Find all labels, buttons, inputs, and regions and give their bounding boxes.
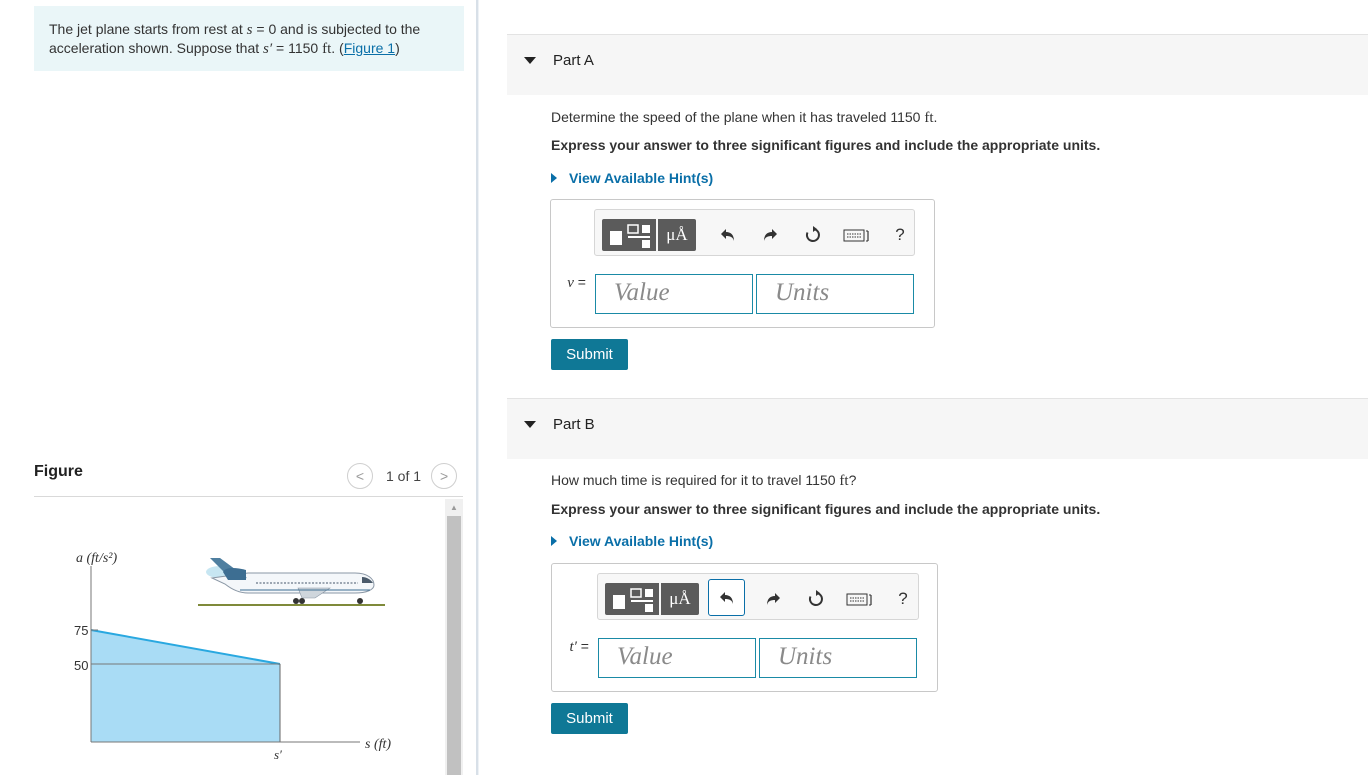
- figure-nav: < 1 of 1 >: [347, 463, 458, 489]
- answer-variable-label: t′ =: [552, 638, 597, 656]
- units-symbol-button[interactable]: μÅ: [661, 583, 699, 615]
- problem-text: . (: [331, 40, 344, 56]
- help-button[interactable]: ?: [893, 583, 913, 615]
- keyboard-button[interactable]: [843, 583, 877, 615]
- part-a-question: Determine the speed of the plane when it…: [551, 109, 937, 127]
- equals-sign: =: [573, 274, 586, 290]
- prev-figure-button[interactable]: <: [347, 463, 373, 489]
- undo-button[interactable]: [708, 579, 745, 616]
- y-tick-50: 50: [74, 658, 88, 673]
- reset-icon: [808, 590, 823, 606]
- problem-text: = 1150: [272, 40, 323, 56]
- collapse-triangle-icon: [524, 421, 536, 428]
- templates-button[interactable]: [602, 219, 656, 251]
- part-a-submit-button[interactable]: Submit: [551, 339, 628, 370]
- unit-ft: ft: [839, 473, 849, 489]
- variable-t-prime: t′: [569, 639, 577, 655]
- figure-title: Figure: [34, 463, 83, 480]
- figure-divider: [34, 496, 463, 497]
- question-text: Determine the speed of the plane when it…: [551, 109, 925, 125]
- question-text: How much time is required for it to trav…: [551, 472, 840, 488]
- redo-icon: [764, 229, 777, 241]
- part-b-instructions: Express your answer to three significant…: [551, 501, 1101, 517]
- part-b-header[interactable]: Part B: [507, 398, 1368, 459]
- reset-button[interactable]: [799, 583, 833, 615]
- keyboard-icon: [843, 229, 869, 242]
- chevron-right-icon: >: [439, 468, 449, 484]
- figure-scrollbar[interactable]: ▲: [445, 499, 463, 775]
- answer-variable-label: v =: [551, 274, 594, 292]
- hint-label: View Available Hint(s): [569, 170, 714, 186]
- units-symbol-button[interactable]: μÅ: [658, 219, 696, 251]
- part-b-title: Part B: [553, 416, 595, 433]
- jet-plane-illustration: [198, 558, 385, 606]
- help-button[interactable]: ?: [890, 219, 910, 251]
- keyboard-icon: [846, 593, 872, 606]
- acceleration-figure: a (ft/s²) 75 50 s′ s (ft): [74, 551, 391, 762]
- figure-count: 1 of 1: [386, 468, 422, 484]
- undo-icon: [721, 229, 734, 241]
- unit-ft: ft: [322, 41, 332, 57]
- figure-link[interactable]: Figure 1: [344, 40, 395, 56]
- keyboard-button[interactable]: [840, 219, 874, 251]
- column-separator-shadow: [478, 0, 479, 775]
- problem-statement: The jet plane starts from rest at s = 0 …: [34, 6, 464, 71]
- caret-right-icon: [551, 536, 557, 546]
- collapse-triangle-icon: [524, 57, 536, 64]
- redo-button[interactable]: [753, 219, 787, 251]
- part-a-title: Part A: [553, 52, 594, 69]
- part-b-question: How much time is required for it to trav…: [551, 472, 856, 490]
- value-input[interactable]: Value: [598, 638, 756, 678]
- var-s-prime: s′: [263, 41, 273, 57]
- templates-button[interactable]: [605, 583, 659, 615]
- units-input[interactable]: Units: [759, 638, 917, 678]
- template-icon: [610, 224, 650, 248]
- x-axis-label: s (ft): [365, 737, 391, 752]
- math-toolbar: μÅ ?: [594, 209, 915, 256]
- part-b-submit-button[interactable]: Submit: [551, 703, 628, 734]
- units-input[interactable]: Units: [756, 274, 914, 314]
- reset-icon: [805, 226, 820, 242]
- math-toolbar: μÅ ?: [597, 573, 919, 620]
- next-figure-button[interactable]: >: [431, 463, 458, 489]
- hint-label: View Available Hint(s): [569, 533, 714, 549]
- reset-button[interactable]: [796, 219, 830, 251]
- undo-button[interactable]: [711, 219, 745, 251]
- problem-text: The jet plane starts from rest at: [49, 21, 247, 37]
- undo-icon: [719, 591, 733, 604]
- part-a-header[interactable]: Part A: [507, 34, 1368, 95]
- template-icon: [613, 588, 653, 612]
- redo-icon: [767, 593, 780, 605]
- redo-button[interactable]: [756, 583, 790, 615]
- unit-ft: ft: [924, 110, 934, 126]
- value-input[interactable]: Value: [595, 274, 753, 314]
- part-a-instructions: Express your answer to three significant…: [551, 137, 1101, 153]
- variable-v: v: [567, 275, 574, 291]
- part-b-answer-box: μÅ ? t′ = Value Units: [551, 563, 938, 692]
- chevron-left-icon: <: [355, 468, 365, 484]
- x-tick-sprime: s′: [274, 747, 282, 762]
- question-text: .: [933, 109, 938, 125]
- scroll-thumb[interactable]: [447, 516, 461, 775]
- part-a-hint-toggle[interactable]: View Available Hint(s): [551, 170, 713, 186]
- y-tick-75: 75: [74, 623, 88, 638]
- scroll-up-icon[interactable]: ▲: [445, 499, 463, 516]
- equals-sign: =: [576, 638, 589, 654]
- part-b-hint-toggle[interactable]: View Available Hint(s): [551, 533, 713, 549]
- part-a-answer-box: μÅ ? v = Value Units: [550, 199, 935, 328]
- problem-text: ): [395, 40, 400, 56]
- question-text: ?: [848, 472, 857, 488]
- caret-right-icon: [551, 173, 557, 183]
- y-axis-label: a (ft/s²): [76, 551, 117, 566]
